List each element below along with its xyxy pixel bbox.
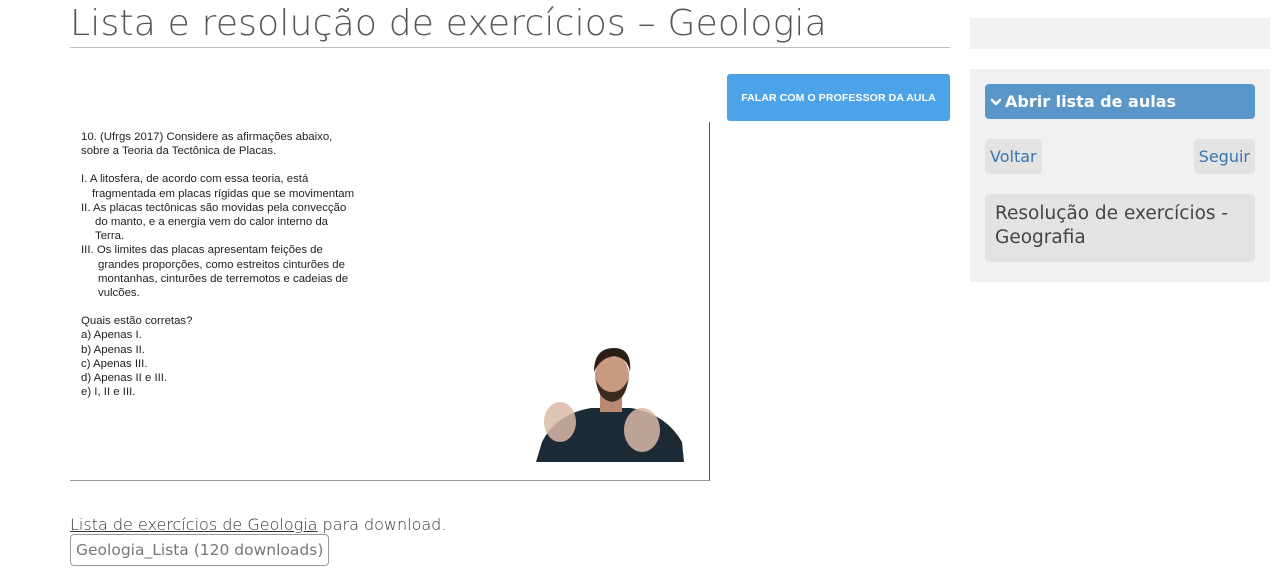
question-line: Quais estão corretas? — [81, 315, 193, 328]
question-line: montanhas, cinturões de terremotos e cad… — [98, 272, 349, 285]
answer-option: a) Apenas I. — [81, 329, 142, 342]
question-line: I. A litosfera, de acordo com essa teori… — [81, 173, 309, 186]
download-description: Lista de exercícios de Geologia para dow… — [70, 515, 446, 534]
video-player[interactable]: 10. (Ufrgs 2017) Considere as afirmações… — [70, 122, 710, 481]
exercise-list-link[interactable]: Lista de exercícios de Geologia — [70, 515, 317, 534]
sidebar-panel: Abrir lista de aulas Voltar Seguir Resol… — [970, 69, 1270, 282]
previous-lesson-button[interactable]: Voltar — [985, 139, 1042, 174]
open-lesson-list-label: Abrir lista de aulas — [1005, 92, 1177, 111]
question-line: vulcões. — [98, 287, 140, 300]
download-button[interactable]: Geologia_Lista (120 downloads) — [70, 534, 330, 566]
question-line: grandes proporções, como estreitos cintu… — [98, 258, 345, 271]
next-lesson-button[interactable]: Seguir — [1193, 139, 1255, 174]
question-line: fragmentada em placas rígidas que se mov… — [92, 187, 355, 200]
page-title: Lista e resolução de exercícios – Geolog… — [70, 0, 950, 48]
question-line: sobre a Teoria da Tectônica de Placas. — [81, 145, 277, 158]
answer-option: c) Apenas III. — [81, 357, 148, 370]
answer-option: d) Apenas II e III. — [81, 372, 168, 385]
sidebar-header-panel — [970, 18, 1270, 49]
question-line: II. As placas tectônicas são movidas pel… — [81, 201, 347, 214]
next-lesson-card[interactable]: Resolução de exercícios - Geografia — [985, 194, 1255, 262]
question-text: 10. (Ufrgs 2017) Considere as afirmações… — [81, 130, 401, 399]
answer-option: e) I, II e III. — [81, 386, 136, 399]
question-line: III. Os limites das placas apresentam fe… — [81, 244, 323, 257]
chevron-down-icon — [990, 98, 1002, 105]
question-line: Terra. — [95, 230, 125, 243]
answer-option: b) Apenas II. — [81, 343, 145, 356]
talk-to-professor-button[interactable]: FALAR COM O PROFESSOR DA AULA — [727, 74, 950, 121]
open-lesson-list-button[interactable]: Abrir lista de aulas — [985, 84, 1255, 119]
question-line: 10. (Ufrgs 2017) Considere as afirmações… — [81, 131, 333, 143]
question-line: do manto, e a energia vem do calor inter… — [95, 216, 329, 229]
presenter-image — [536, 348, 684, 462]
download-suffix: para download. — [317, 515, 447, 534]
